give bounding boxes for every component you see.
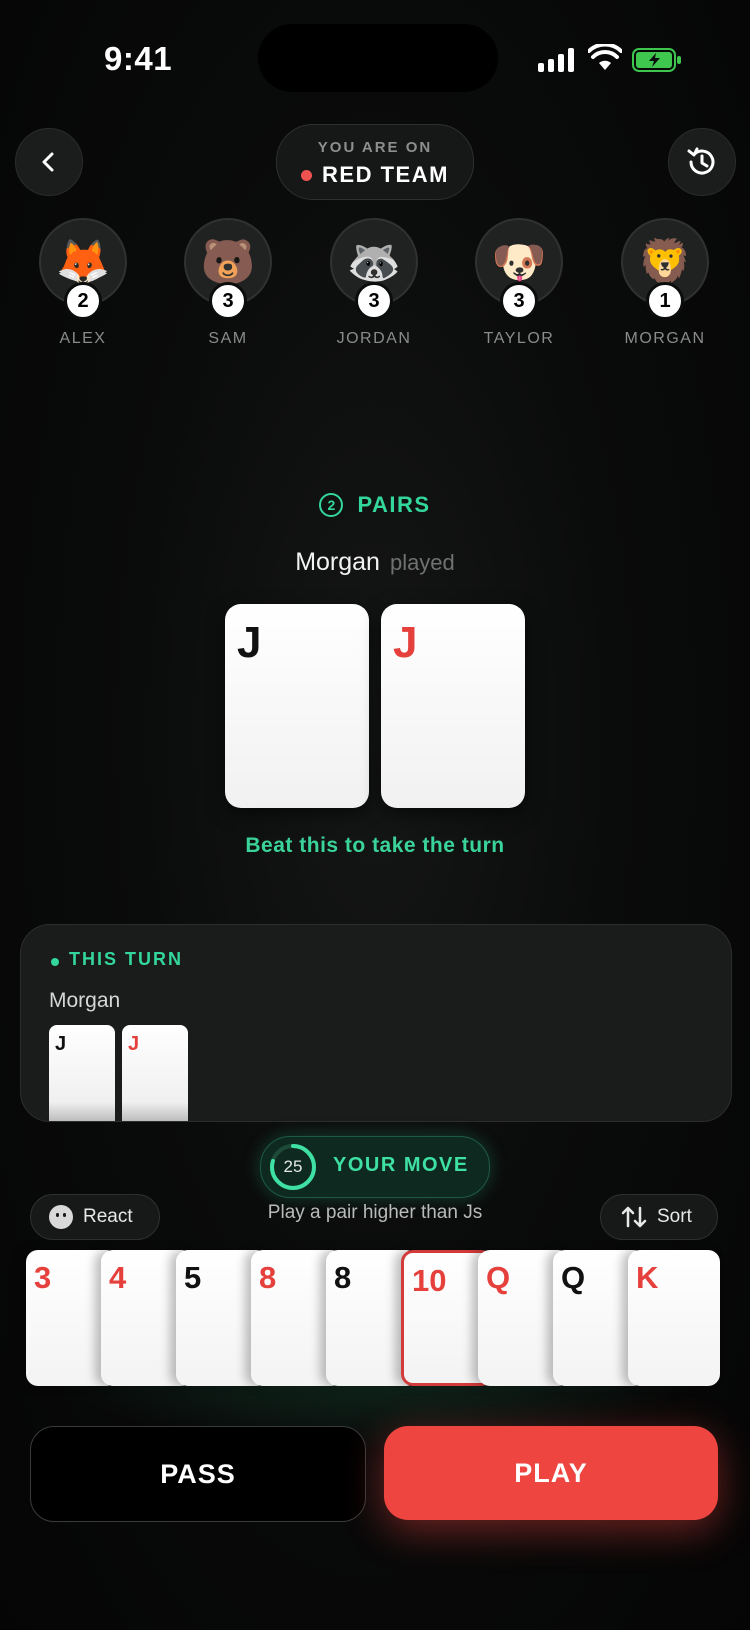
fox-avatar-icon: 🦊	[55, 238, 111, 287]
card-rank: J	[393, 618, 418, 667]
player-taylor[interactable]: 🐶 3 TAYLOR	[464, 218, 574, 348]
combo-label: PAIRS	[357, 492, 431, 517]
player-name: ALEX	[59, 330, 107, 347]
turn-indicator-dot	[51, 958, 59, 966]
player-name: JORDAN	[336, 330, 412, 347]
avatar: 🦝 3	[330, 218, 418, 320]
turn-card: J	[122, 1025, 188, 1121]
player-hand: 3 4 5 8 8 10 Q Q K	[26, 1250, 726, 1386]
card-count-badge: 2	[64, 282, 102, 320]
raccoon-avatar-icon: 🦝	[346, 238, 402, 287]
team-color-dot	[301, 169, 313, 181]
lion-avatar-icon: 🦁	[637, 238, 693, 287]
sort-button[interactable]: Sort	[600, 1194, 718, 1240]
player-name: MORGAN	[624, 330, 706, 347]
played-by-name: Morgan	[295, 548, 380, 576]
card-rank: 4	[109, 1260, 127, 1295]
team-name: RED TEAM	[322, 162, 449, 187]
sort-label: Sort	[657, 1206, 692, 1227]
avatar: 🐻 3	[184, 218, 272, 320]
avatar: 🦊 2	[39, 218, 127, 320]
player-alex[interactable]: 🦊 2 ALEX	[28, 218, 138, 348]
card-rank: 5	[184, 1260, 202, 1295]
turn-player-name: Morgan	[49, 989, 121, 1012]
pass-button[interactable]: PASS	[30, 1426, 366, 1522]
back-button[interactable]	[15, 128, 83, 196]
wifi-icon	[588, 44, 622, 70]
card-rank: J	[237, 618, 262, 667]
signal-icon	[538, 48, 574, 72]
back-icon	[42, 152, 54, 172]
card-rank: J	[128, 1033, 140, 1055]
player-name: TAYLOR	[483, 330, 555, 347]
bear-avatar-icon: 🐻	[200, 238, 256, 287]
combo-count-icon: 2	[319, 493, 344, 517]
avatar: 🦁 1	[621, 218, 709, 320]
card-rank: 3	[34, 1260, 52, 1295]
player-sam[interactable]: 🐻 3 SAM	[173, 218, 283, 348]
last-played-caption: Morgan played	[0, 548, 750, 577]
table-card: J	[225, 604, 369, 808]
card-rank: Q	[561, 1260, 586, 1295]
play-button[interactable]: PLAY	[384, 1426, 718, 1520]
history-button[interactable]	[668, 128, 736, 196]
smiley-icon	[49, 1205, 73, 1229]
beat-instruction: Beat this to take the turn	[245, 834, 505, 857]
card-rank: K	[636, 1260, 659, 1295]
card-rank: 10	[412, 1263, 447, 1298]
team-caption: YOU ARE ON	[317, 139, 433, 156]
played-word: played	[389, 550, 455, 575]
card-count-badge: 3	[355, 282, 393, 320]
card-count-badge: 1	[646, 282, 684, 320]
player-jordan[interactable]: 🦝 3 JORDAN	[319, 218, 429, 348]
dynamic-island	[258, 24, 498, 92]
card-rank: Q	[486, 1260, 511, 1295]
player-name: SAM	[208, 330, 248, 347]
card-rank: J	[55, 1033, 67, 1055]
hand-card[interactable]: K	[628, 1250, 720, 1386]
card-rank: 8	[334, 1260, 352, 1295]
history-icon	[687, 147, 715, 175]
dog-avatar-icon: 🐶	[491, 238, 547, 287]
react-label: React	[83, 1206, 133, 1227]
card-count-badge: 3	[209, 282, 247, 320]
team-indicator: YOU ARE ON RED TEAM	[276, 124, 474, 200]
card-count-badge: 3	[500, 282, 538, 320]
this-turn-panel: THIS TURN Morgan J J	[20, 924, 732, 1122]
react-button[interactable]: React	[30, 1194, 160, 1240]
turn-timer: 25	[283, 1157, 303, 1176]
combo-type: 2 PAIRS	[0, 492, 750, 518]
sort-icon	[621, 1206, 647, 1228]
avatar: 🐶 3	[475, 218, 563, 320]
status-time: 9:41	[104, 40, 173, 77]
player-morgan[interactable]: 🦁 1 MORGAN	[610, 218, 720, 348]
table-card: J	[381, 604, 525, 808]
turn-card: J	[49, 1025, 115, 1121]
battery-icon	[632, 48, 681, 72]
your-move-indicator: 25 YOUR MOVE	[260, 1136, 490, 1198]
this-turn-label: THIS TURN	[69, 949, 183, 969]
card-rank: 8	[259, 1260, 277, 1295]
your-move-label: YOUR MOVE	[333, 1154, 469, 1176]
